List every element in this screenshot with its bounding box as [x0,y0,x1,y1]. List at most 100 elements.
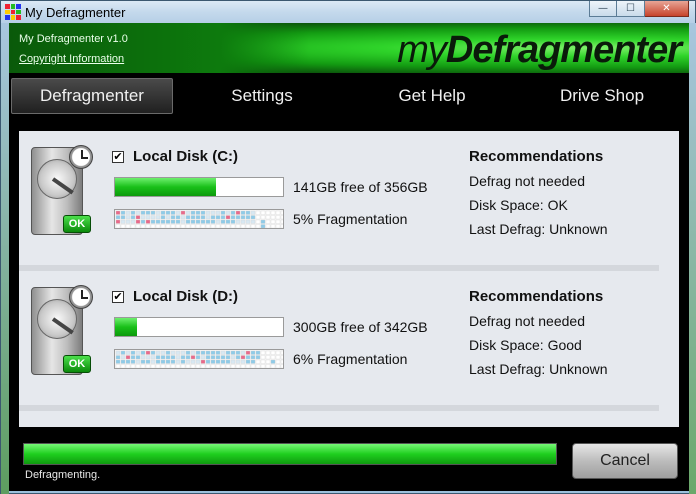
disk-row: OK ✔ Local Disk (C:) 141GB free of 356GB… [19,131,679,271]
fragmentation-cell [165,350,171,355]
minimize-button[interactable]: — [589,1,617,17]
fragmentation-cell [220,350,226,355]
disk-row: OK ✔ Local Disk (D:) 300GB free of 342GB… [19,271,679,411]
tab-defragmenter[interactable]: Defragmenter [11,78,173,114]
fragmentation-cell [150,215,156,220]
fragmentation-cell [255,355,261,360]
fragmentation-cell [225,215,231,220]
fragmentation-cell [280,359,283,364]
fragmentation-cell [150,210,156,215]
fragmentation-cell [215,359,221,364]
fragmentation-cell [235,359,241,364]
fragmentation-cell [240,355,246,360]
fragmentation-cell [185,224,191,228]
window-controls: — ☐ ✕ [589,1,689,17]
title-bar[interactable]: My Defragmenter — ☐ ✕ [1,1,695,23]
fragmentation-cell [175,215,181,220]
fragmentation-cell [205,355,211,360]
fragmentation-cell [280,224,283,228]
fragmentation-cell [270,359,276,364]
fragmentation-cell [230,355,236,360]
copyright-link[interactable]: Copyright Information [19,53,124,65]
fragmentation-cell [145,355,151,360]
fragmentation-cell [275,215,281,220]
fragmentation-cell [230,215,236,220]
fragmentation-map [114,349,284,369]
tab-drive-shop[interactable]: Drive Shop [529,78,675,114]
fragmentation-cell [200,355,206,360]
fragmentation-cell [240,219,246,224]
fragmentation-cell [230,359,236,364]
fragmentation-cell [200,364,206,368]
fragmentation-cell [160,350,166,355]
fragmentation-cell [170,359,176,364]
fragmentation-cell [185,355,191,360]
app-header: My Defragmenter v1.0 Copyright Informati… [9,23,689,73]
recommendation-defrag: Defrag not needed [469,173,585,189]
fragmentation-cell [150,224,156,228]
fragmentation-cell [235,210,241,215]
fragmentation-cell [135,219,141,224]
fragmentation-cell [115,210,121,215]
disk-checkbox[interactable]: ✔ [112,291,124,303]
fragmentation-cell [210,355,216,360]
cancel-button[interactable]: Cancel [572,443,678,479]
fragmentation-cell [165,210,171,215]
recommendation-last-defrag: Last Defrag: Unknown [469,221,608,237]
fragmentation-cell [260,219,266,224]
fragmentation-cell [215,215,221,220]
fragmentation-cell [145,219,151,224]
fragmentation-cell [245,224,251,228]
fragmentation-cell [140,219,146,224]
recommendations-title: Recommendations [469,148,604,165]
fragmentation-cell [135,210,141,215]
close-button[interactable]: ✕ [645,1,689,17]
fragmentation-cell [235,224,241,228]
fragmentation-cell [270,210,276,215]
disk-checkbox[interactable]: ✔ [112,151,124,163]
fragmentation-cell [135,350,141,355]
fragmentation-cell [130,215,136,220]
disk-space-fill [115,178,216,196]
fragmentation-cell [150,359,156,364]
fragmentation-cell [230,224,236,228]
fragmentation-cell [165,355,171,360]
fragmentation-cell [120,215,126,220]
fragmentation-cell [130,210,136,215]
disk-label: Local Disk (D:) [133,288,239,305]
fragmentation-cell [140,355,146,360]
fragmentation-cell [190,219,196,224]
fragmentation-cell [190,350,196,355]
fragmentation-cell [170,219,176,224]
fragmentation-cell [220,355,226,360]
fragmentation-cell [260,355,266,360]
fragmentation-cell [175,219,181,224]
fragmentation-cell [280,364,283,368]
fragmentation-cell [145,350,151,355]
fragmentation-cell [145,359,151,364]
fragmentation-cell [250,219,256,224]
disk-list[interactable]: OK ✔ Local Disk (C:) 141GB free of 356GB… [19,131,679,427]
fragmentation-cell [230,350,236,355]
fragmentation-cell [275,364,281,368]
fragmentation-map [114,209,284,229]
fragmentation-cell [210,219,216,224]
fragmentation-cell [165,219,171,224]
fragmentation-cell [140,350,146,355]
hard-drive-icon: OK [31,145,95,241]
fragmentation-cell [235,219,241,224]
maximize-button[interactable]: ☐ [617,1,645,17]
tab-settings[interactable]: Settings [189,78,335,114]
fragmentation-cell [155,210,161,215]
fragmentation-cell [185,364,191,368]
fragmentation-cell [205,359,211,364]
fragmentation-cell [140,224,146,228]
fragmentation-cell [195,350,201,355]
window-border-right [689,23,696,494]
fragmentation-cell [215,350,221,355]
fragmentation-cell [185,350,191,355]
fragmentation-cell [165,215,171,220]
fragmentation-cell [120,210,126,215]
fragmentation-cell [125,350,131,355]
tab-get-help[interactable]: Get Help [359,78,505,114]
